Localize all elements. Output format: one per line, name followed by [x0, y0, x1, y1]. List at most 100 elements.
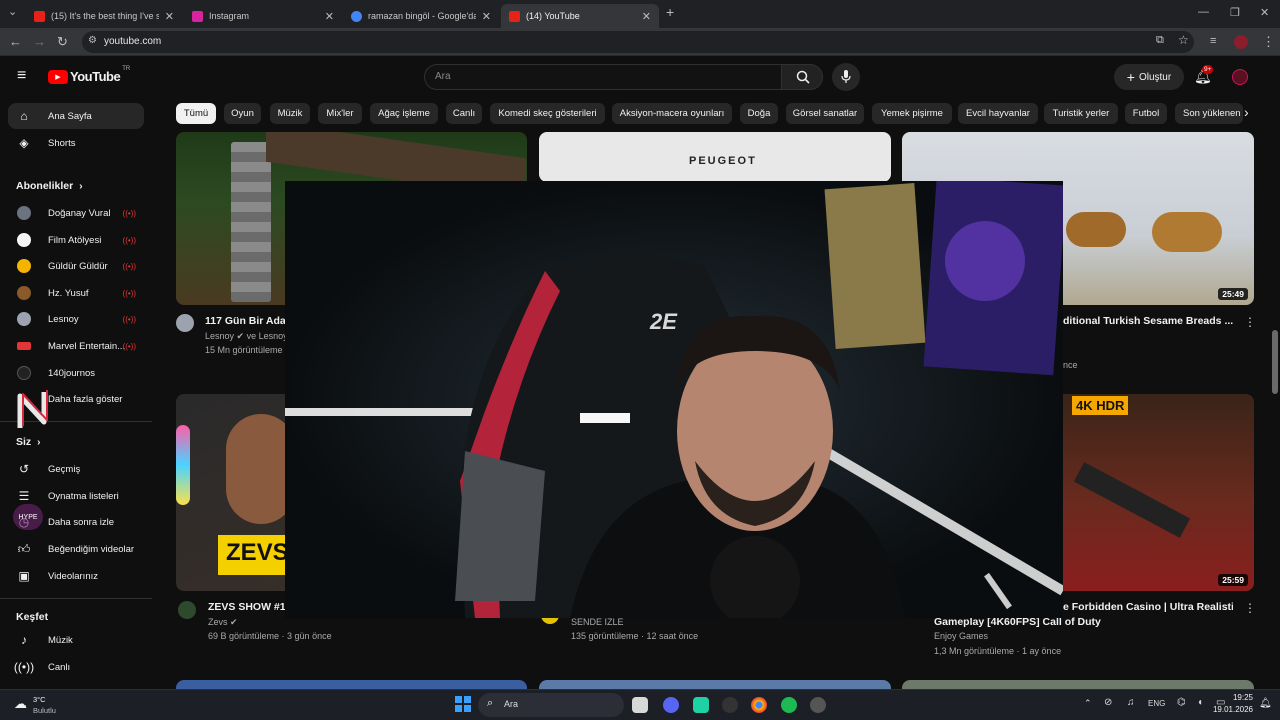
chip[interactable]: Canlı [446, 103, 482, 124]
browser-tab-3[interactable]: ramazan bingöl - Google'da Ar ✕ [343, 4, 499, 28]
video-channel[interactable]: Enjoy Games [934, 631, 988, 641]
reload-icon[interactable]: ↻ [57, 34, 68, 50]
chip[interactable]: Mix'ler [318, 103, 362, 124]
tray-chevron-up-icon[interactable]: ⌃ [1084, 698, 1092, 709]
video-thumbnail[interactable] [176, 680, 527, 689]
chip[interactable]: Ağaç işleme [370, 103, 438, 124]
video-title[interactable]: 117 Gün Bir Adam [205, 315, 285, 327]
page-scrollbar[interactable] [1272, 330, 1278, 394]
voice-search-button[interactable] [832, 63, 860, 91]
forward-icon[interactable]: → [33, 34, 46, 49]
chip[interactable]: Görsel sanatlar [786, 103, 864, 124]
sidebar-item-home[interactable]: ⌂ Ana Sayfa [8, 103, 144, 129]
taskbar-search[interactable]: ⌕ Ara [478, 693, 624, 717]
sidebar-sub-item[interactable]: Güldür Güldür ((•)) [8, 253, 144, 279]
media-control-icon[interactable]: ≡ [1210, 35, 1216, 47]
new-tab-icon[interactable]: + [666, 4, 674, 20]
language-indicator[interactable]: ENG [1148, 699, 1165, 708]
spotify-icon[interactable] [781, 697, 797, 713]
restore-icon[interactable]: ❐ [1230, 6, 1240, 19]
chips-next-arrow-icon[interactable]: › [1244, 104, 1249, 120]
microphone-tray-icon[interactable]: ♫ [1127, 697, 1135, 708]
sidebar-sub-item[interactable]: 140journos [8, 360, 144, 386]
video-thumbnail[interactable] [539, 680, 891, 689]
site-info-icon[interactable]: ⚙ [88, 35, 97, 46]
browser-tab-1[interactable]: (15) It's the best thing I've seen ✕ [26, 4, 182, 28]
sidebar-item-your-videos[interactable]: ▣ Videolarınız [8, 563, 144, 589]
close-tab-icon[interactable]: ✕ [325, 10, 334, 23]
install-app-icon[interactable]: ⧉ [1156, 34, 1164, 47]
network-icon[interactable]: ⌬ [1177, 697, 1186, 708]
subscriptions-heading[interactable]: Abonelikler › [16, 180, 83, 192]
video-title[interactable]: ditional Turkish Sesame Breads ... [1063, 315, 1233, 327]
video-channel[interactable]: Zevs ✔ [208, 617, 238, 628]
chip[interactable]: Yemek pişirme [872, 103, 952, 124]
browser-tab-4[interactable]: (14) YouTube ✕ [501, 4, 659, 28]
notification-center-icon[interactable]: 🔔︎ [1259, 698, 1272, 709]
chip[interactable]: Müzik [270, 103, 310, 124]
chip[interactable]: Son yüklenen [1175, 103, 1243, 124]
chip[interactable]: Aksiyon-macera oyunları [612, 103, 732, 124]
minimize-icon[interactable]: — [1198, 6, 1209, 18]
sidebar-item-liked[interactable]: 👍︎ Beğendiğim videolar [8, 536, 144, 562]
volume-icon[interactable]: ◖ [1197, 697, 1203, 708]
sidebar-sub-item[interactable]: Lesnoy ((•)) [8, 306, 144, 332]
taskbar-time[interactable]: 19:25 [1227, 693, 1253, 702]
sidebar-item-history[interactable]: ↺ Geçmiş [8, 456, 144, 482]
account-avatar[interactable] [1232, 69, 1248, 85]
youtube-logo[interactable]: ▶ YouTube TR [48, 66, 130, 84]
sidebar-sub-item[interactable]: Hz. Yusuf ((•)) [8, 280, 144, 306]
chip[interactable]: Oyun [224, 103, 261, 124]
close-tab-icon[interactable]: ✕ [642, 10, 651, 23]
tab-search-icon[interactable]: ⌄ [8, 5, 17, 18]
file-explorer-icon[interactable] [632, 697, 648, 713]
chip[interactable]: Futbol [1125, 103, 1167, 124]
create-button[interactable]: + Oluştur [1114, 64, 1184, 90]
video-title[interactable]: ZEVS SHOW #1 [208, 601, 285, 613]
chip[interactable]: Doğa [740, 103, 778, 124]
address-bar[interactable]: ⚙ youtube.com ⧉ ☆ [82, 31, 1194, 53]
hamburger-menu-icon[interactable]: ≡ [17, 67, 26, 85]
browser-menu-icon[interactable]: ⋮ [1262, 34, 1275, 50]
channel-avatar[interactable] [176, 314, 194, 332]
chip[interactable]: Komedi skeç gösterileri [490, 103, 605, 124]
profile-avatar[interactable] [1234, 35, 1248, 49]
browser-tab-strip: ⌄ (15) It's the best thing I've seen ✕ I… [0, 0, 1280, 28]
video-thumbnail[interactable] [902, 680, 1254, 689]
more-options-icon[interactable]: ⋮ [1244, 601, 1256, 615]
sidebar-sub-item[interactable]: Marvel Entertain... ((•)) [8, 333, 144, 359]
chip-all[interactable]: Tümü [176, 103, 216, 124]
app-icon[interactable] [693, 697, 709, 713]
taskbar-date[interactable]: 19.01.2026 [1210, 705, 1253, 714]
search-button[interactable] [781, 64, 823, 90]
tray-app-icon[interactable]: ⊘ [1104, 697, 1112, 708]
more-options-icon[interactable]: ⋮ [1244, 315, 1256, 329]
sidebar-item-shorts[interactable]: ◈ Shorts [8, 130, 144, 156]
discord-icon[interactable] [663, 697, 679, 713]
weather-icon[interactable]: ☁ [14, 696, 27, 712]
sidebar-sub-item[interactable]: Doğanay Vural ((•)) [8, 200, 144, 226]
chip[interactable]: Turistik yerler [1044, 103, 1118, 124]
chrome-icon[interactable] [751, 697, 767, 713]
chip[interactable]: Evcil hayvanlar [958, 103, 1038, 124]
sidebar-item-music[interactable]: ♪ Müzik [8, 627, 144, 653]
close-window-icon[interactable]: ✕ [1260, 6, 1269, 19]
video-title[interactable]: e Forbidden Casino | Ultra Realistic [1063, 601, 1233, 613]
browser-tab-2[interactable]: Instagram ✕ [184, 4, 342, 28]
video-channel[interactable]: Lesnoy ✔ ve Lesnoy [205, 331, 285, 342]
search-input[interactable]: Ara [424, 64, 782, 90]
sidebar-item-label: Oynatma listeleri [48, 490, 119, 502]
close-tab-icon[interactable]: ✕ [165, 10, 174, 23]
windows-start-icon[interactable] [455, 696, 471, 712]
video-thumbnail[interactable]: PEUGEOT [539, 132, 891, 182]
back-icon[interactable]: ← [9, 34, 22, 49]
video-channel[interactable]: SENDE IZLE [571, 617, 624, 627]
close-tab-icon[interactable]: ✕ [482, 10, 491, 23]
bookmark-star-icon[interactable]: ☆ [1178, 33, 1189, 47]
you-heading[interactable]: Siz › [16, 436, 41, 448]
obs-icon[interactable] [722, 697, 738, 713]
sidebar-sub-item[interactable]: Film Atölyesi ((•)) [8, 227, 144, 253]
channel-avatar[interactable] [178, 601, 196, 619]
steam-icon[interactable] [810, 697, 826, 713]
sidebar-item-live[interactable]: ((•)) Canlı [8, 654, 144, 680]
